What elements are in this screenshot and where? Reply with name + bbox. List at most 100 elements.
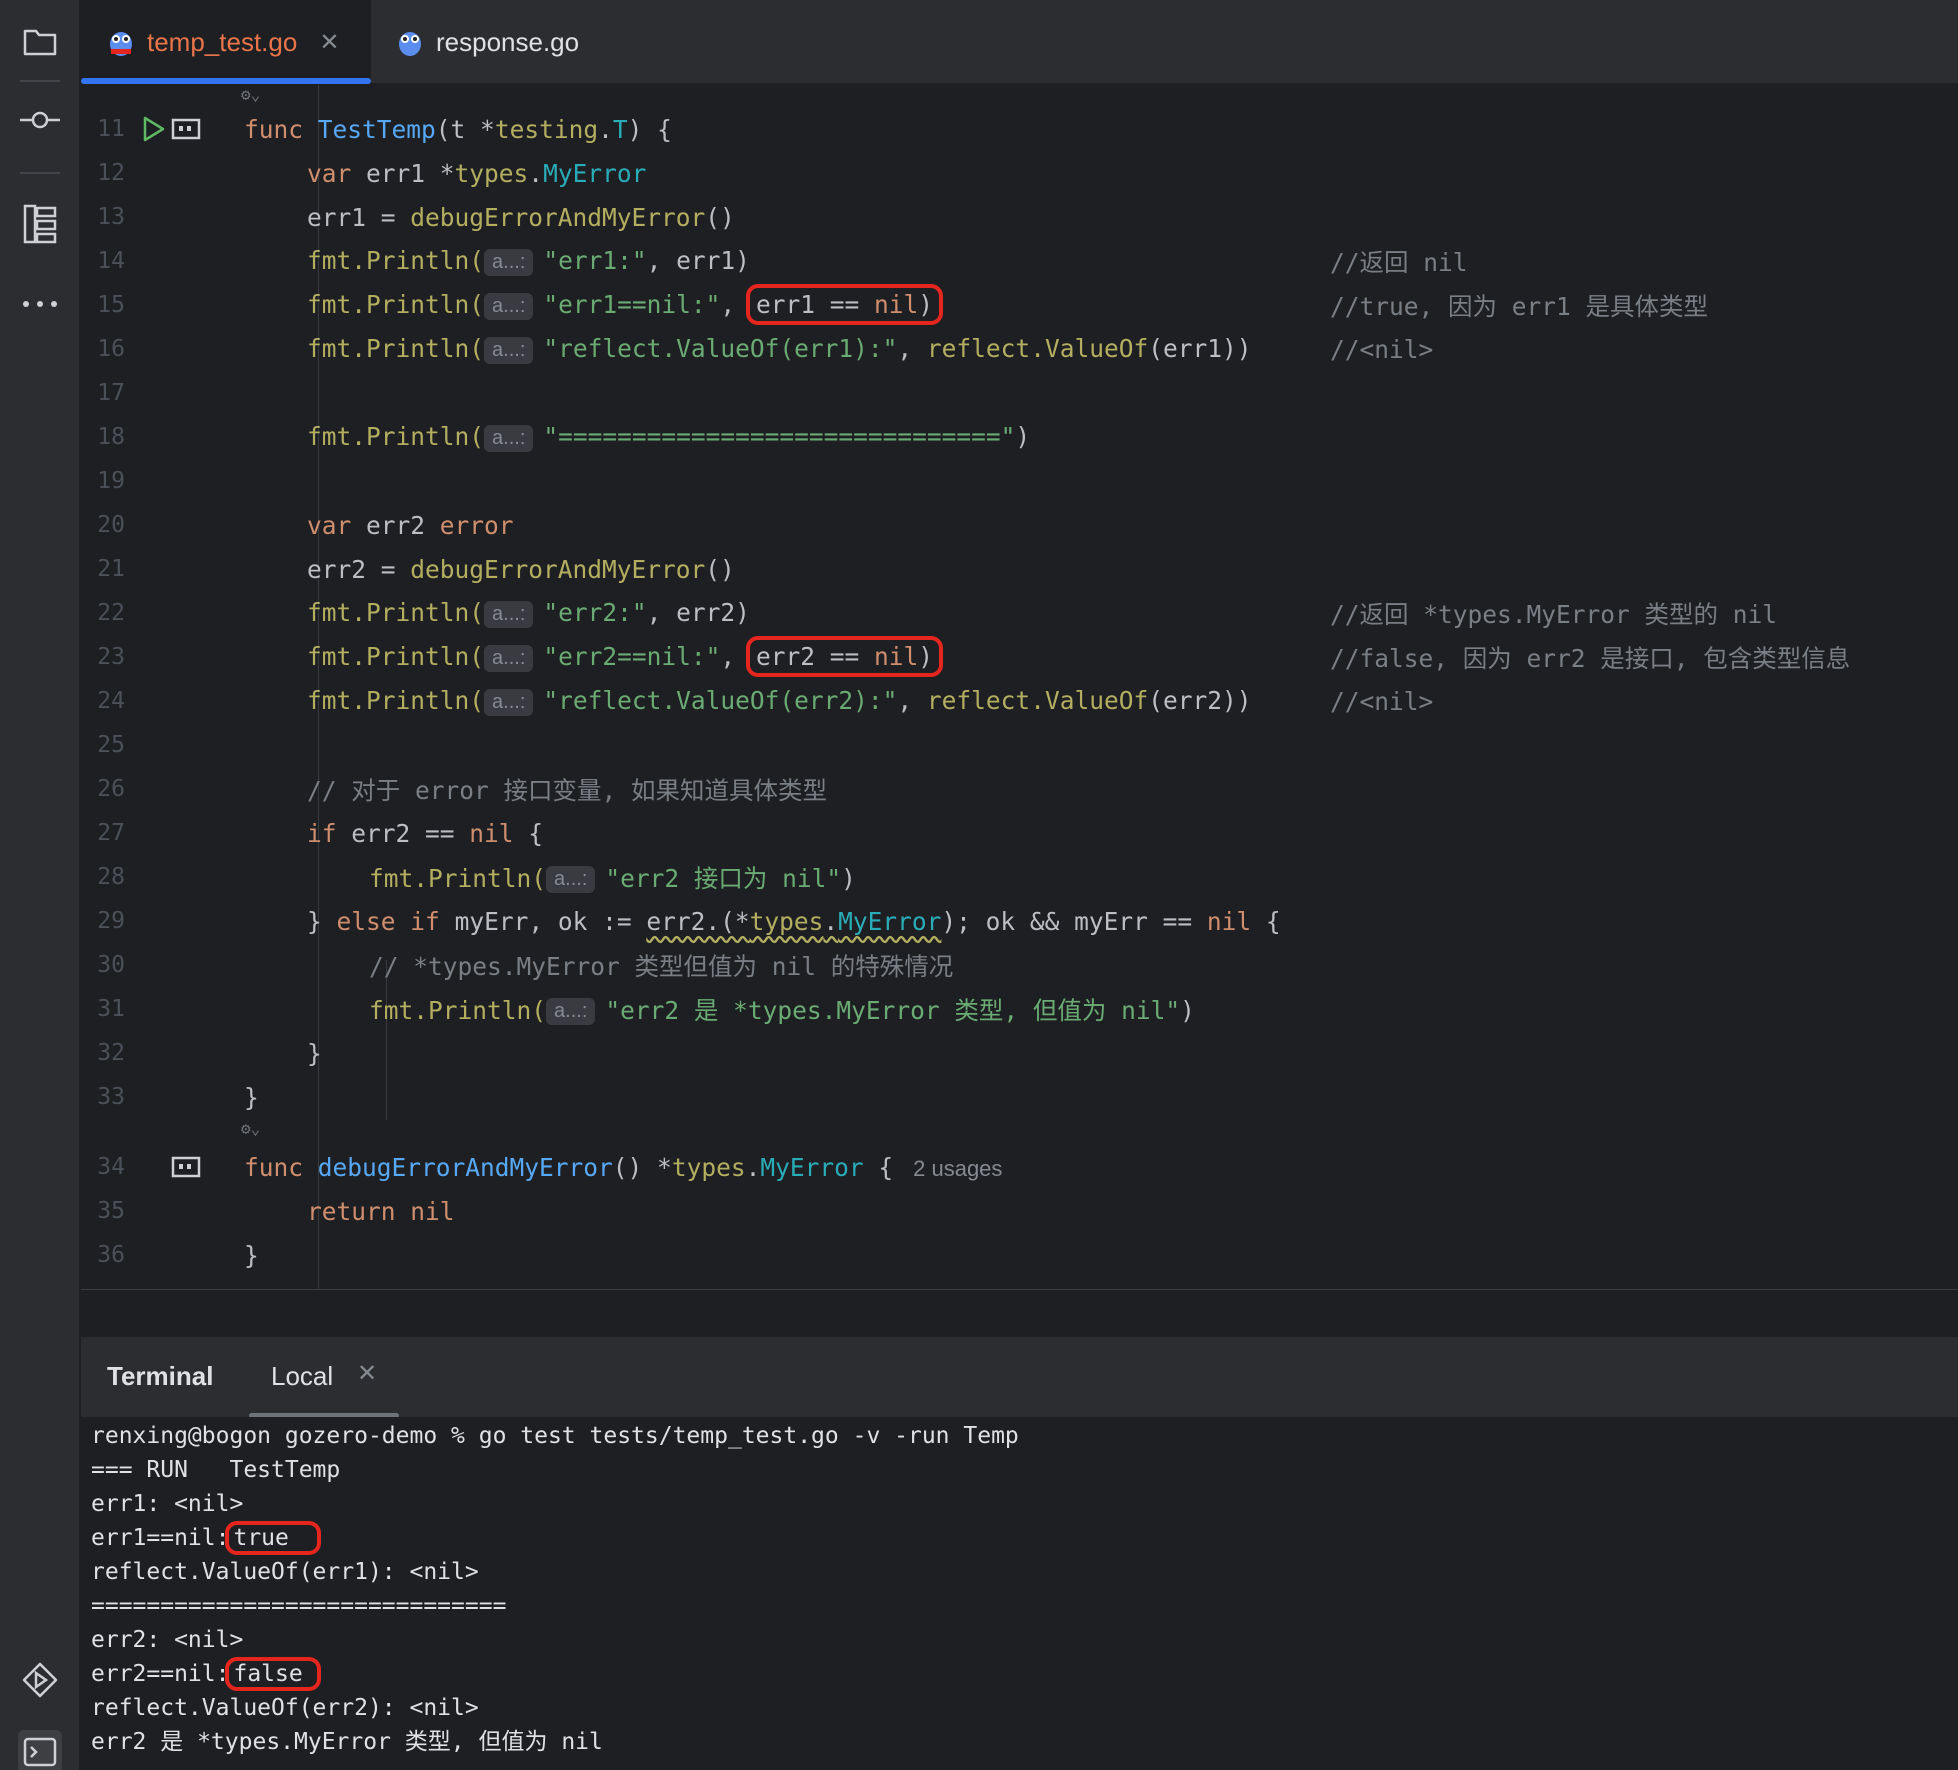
param-hint: a...: (484, 688, 534, 716)
code-text: return nil (307, 1196, 455, 1226)
terminal-line: err1==nil: true (91, 1521, 321, 1555)
code-line[interactable]: 17 (81, 371, 1958, 415)
activity-bar (0, 0, 80, 1770)
line-number: 30 (97, 952, 125, 978)
terminal-line: renxing@bogon gozero-demo % go test test… (91, 1423, 1019, 1449)
code-text: fmt.Println(a...: "err2==nil:", err2 == n… (307, 636, 943, 678)
code-text: err1 = debugErrorAndMyError() (307, 202, 735, 232)
code-line[interactable]: 13 err1 = debugErrorAndMyError() (81, 195, 1958, 239)
commit-icon[interactable] (18, 98, 62, 142)
param-hint: a...: (546, 998, 596, 1025)
code-line[interactable]: 23 fmt.Println(a...: "err2==nil:", err2 =… (81, 635, 1958, 679)
highlight-box: err1 == nil) (745, 284, 943, 326)
line-number: 34 (97, 1154, 125, 1180)
code-text: fmt.Println(a...: "err1==nil:", err1 == n… (307, 284, 943, 326)
code-text: fmt.Println(a...: "======================… (307, 422, 1031, 452)
code-text: fmt.Println(a...: "err2:", err2) (307, 598, 750, 628)
highlight-box: false (225, 1657, 321, 1691)
code-line[interactable]: 12 var err1 *types.MyError (81, 151, 1958, 195)
code-line[interactable]: 29 } else if myErr, ok := err2.(*types.M… (81, 899, 1958, 943)
code-line[interactable]: 31 fmt.Println(a...: "err2 是 *types.MyErr… (81, 987, 1958, 1031)
code-line[interactable]: 11 func TestTemp(t *testing.T) { (81, 107, 1958, 151)
code-editor[interactable]: ⚙⌄ 11 func TestTemp(t *testing.T) { 12 v… (81, 85, 1958, 1290)
line-number: 20 (97, 512, 125, 538)
tab-response-go[interactable]: response.go (396, 0, 579, 84)
code-text: } (244, 1082, 259, 1112)
code-line[interactable]: 24 fmt.Println(a...: "reflect.ValueOf(err… (81, 679, 1958, 723)
param-hint: a...: (484, 336, 534, 364)
line-number: 11 (97, 116, 125, 142)
highlight-box: true (225, 1521, 321, 1555)
line-number: 14 (97, 248, 125, 274)
more-icon[interactable] (18, 282, 62, 326)
code-text: } (307, 1038, 322, 1068)
terminal-output[interactable]: renxing@bogon gozero-demo % go test test… (81, 1417, 1958, 1770)
close-icon[interactable]: ✕ (319, 28, 339, 57)
editor-tab-bar: temp_test.go ✕ response.go (81, 0, 1958, 84)
bookmark-icon[interactable] (171, 118, 201, 140)
run-icon[interactable] (18, 1658, 62, 1702)
ai-fold-icon[interactable]: ⚙⌄ (241, 1119, 260, 1138)
code-line[interactable]: 36 } (81, 1233, 1958, 1277)
param-hint: a...: (484, 600, 534, 628)
terminal-line: err1: <nil> (91, 1491, 244, 1517)
code-text: fmt.Println(a...: "reflect.ValueOf(err2):… (307, 686, 1252, 716)
line-number: 18 (97, 424, 125, 450)
terminal-line: ============================== (91, 1593, 507, 1619)
code-line[interactable]: 34 func debugErrorAndMyError() *types.My… (81, 1145, 1958, 1189)
code-text: fmt.Println(a...: "reflect.ValueOf(err1):… (307, 334, 1252, 364)
code-comment: //true, 因为 err1 是具体类型 (1330, 291, 1709, 321)
code-line[interactable]: 20 var err2 error (81, 503, 1958, 547)
line-number: 21 (97, 556, 125, 582)
structure-icon[interactable] (18, 202, 62, 246)
line-number: 19 (97, 468, 125, 494)
code-line[interactable]: 35 return nil (81, 1189, 1958, 1233)
line-number: 36 (97, 1242, 125, 1268)
terminal-header: Terminal Local ✕ (81, 1337, 1958, 1418)
tab-local[interactable]: Local (271, 1361, 333, 1392)
code-text: err2 = debugErrorAndMyError() (307, 554, 735, 584)
line-number: 16 (97, 336, 125, 362)
tab-temp-test-go[interactable]: temp_test.go ✕ (81, 0, 371, 84)
code-line[interactable]: 27 if err2 == nil { (81, 811, 1958, 855)
terminal-title: Terminal (107, 1361, 214, 1391)
code-line[interactable]: 28 fmt.Println(a...: "err2 接口为 nil") (81, 855, 1958, 899)
code-line[interactable]: 22 fmt.Println(a...: "err2:", err2) //返回 … (81, 591, 1958, 635)
line-number: 12 (97, 160, 125, 186)
line-number: 25 (97, 732, 125, 758)
terminal-line: err2==nil: false (91, 1657, 321, 1691)
code-line[interactable]: 26 // 对于 error 接口变量, 如果知道具体类型 (81, 767, 1958, 811)
code-line[interactable]: 32 } (81, 1031, 1958, 1075)
param-hint: a...: (484, 644, 534, 672)
usages-hint[interactable]: 2 usages (913, 1156, 1002, 1181)
highlight-box: err2 == nil) (745, 636, 943, 678)
code-line[interactable]: 21 err2 = debugErrorAndMyError() (81, 547, 1958, 591)
bookmark-icon[interactable] (171, 1156, 201, 1178)
terminal-line: err2 是 *types.MyError 类型, 但值为 nil (91, 1729, 603, 1755)
code-text: fmt.Println(a...: "err1:", err1) (307, 246, 750, 276)
line-number: 28 (97, 864, 125, 890)
line-number: 24 (97, 688, 125, 714)
line-number: 26 (97, 776, 125, 802)
terminal-line: err2: <nil> (91, 1627, 244, 1653)
active-tab-indicator (81, 78, 371, 84)
code-line[interactable]: 18 fmt.Println(a...: "===================… (81, 415, 1958, 459)
divider (20, 80, 60, 82)
code-line[interactable]: 14 fmt.Println(a...: "err1:", err1) //返回 … (81, 239, 1958, 283)
line-number: 13 (97, 204, 125, 230)
close-icon[interactable]: ✕ (357, 1359, 377, 1388)
terminal-icon[interactable] (18, 1730, 62, 1770)
code-line[interactable]: 25 (81, 723, 1958, 767)
code-line[interactable]: 30 // *types.MyError 类型但值为 nil 的特殊情况 (81, 943, 1958, 987)
ai-fold-icon[interactable]: ⚙⌄ (241, 85, 260, 104)
line-number: 32 (97, 1040, 125, 1066)
run-test-icon[interactable] (139, 115, 167, 143)
tab-label: temp_test.go (147, 26, 298, 57)
code-line[interactable]: 19 (81, 459, 1958, 503)
line-number: 31 (97, 996, 125, 1022)
code-line[interactable]: 16 fmt.Println(a...: "reflect.ValueOf(err… (81, 327, 1958, 371)
code-comment: // 对于 error 接口变量, 如果知道具体类型 (307, 775, 828, 805)
folder-icon[interactable] (18, 20, 62, 64)
code-line[interactable]: 33 } (81, 1075, 1958, 1119)
code-line[interactable]: 15 fmt.Println(a...: "err1==nil:", err1 =… (81, 283, 1958, 327)
